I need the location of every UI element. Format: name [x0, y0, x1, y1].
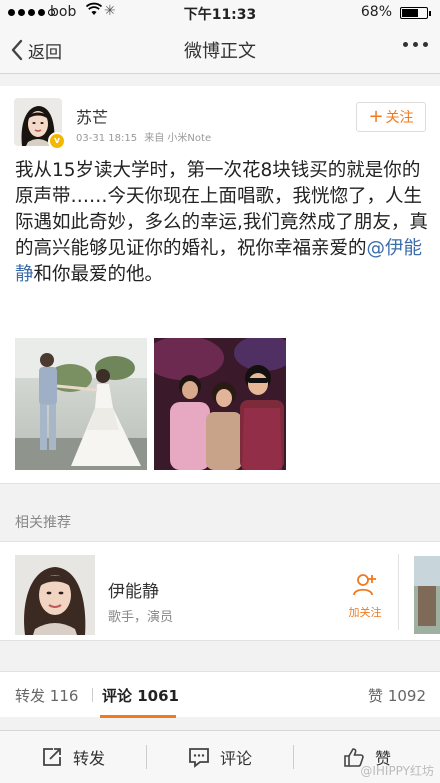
related-section-label: 相关推荐	[15, 515, 71, 531]
related-user-card[interactable]: 伊能静 歌手，演员 加关注	[0, 541, 440, 641]
like-count: 1092	[387, 687, 426, 705]
add-follow-label: 加关注	[348, 606, 382, 619]
watermark: @IHIPPY红坊	[360, 764, 434, 778]
navigation-bar: 返回 微博正文	[0, 26, 440, 74]
related-user-name[interactable]: 伊能静	[108, 577, 159, 602]
verified-badge-icon: v	[48, 132, 66, 150]
comment-button[interactable]: 评论	[147, 731, 293, 783]
stats-divider	[92, 688, 93, 702]
comment-button-label: 评论	[219, 749, 252, 768]
post-meta: 03-31 18:15 来自 小米Note	[76, 129, 215, 144]
wedding-photo[interactable]	[15, 338, 147, 470]
post-text: 我从15岁读大学时，第一次花8块钱买的就是你的原声带……今天你现在上面唱歌，我恍…	[15, 158, 430, 288]
repost-label: 转发	[15, 687, 46, 705]
next-related-card-peek[interactable]	[414, 556, 440, 634]
like-count-tab[interactable]: 赞 1092	[368, 685, 426, 706]
bottom-toolbar: 转发 评论 赞 @IHIPPY红坊	[0, 730, 440, 783]
post-body-tail: 和你最爱的他。	[33, 264, 164, 285]
author-name[interactable]: 苏芒	[76, 104, 108, 128]
follow-button[interactable]: + 关注	[356, 102, 426, 132]
repost-count-tab[interactable]: 转发 116	[15, 685, 78, 706]
comment-count-tab[interactable]: 评论 1061	[102, 685, 179, 706]
page-title: 微博正文	[184, 41, 256, 62]
add-user-icon	[353, 574, 376, 596]
related-user-description: 歌手，演员	[108, 610, 174, 625]
repost-button[interactable]: 转发	[0, 731, 146, 783]
card-divider	[398, 554, 399, 630]
battery-percent: 68%	[360, 4, 392, 20]
more-options-icon[interactable]	[403, 42, 428, 47]
battery-icon	[400, 7, 431, 19]
repost-icon	[43, 748, 61, 766]
repost-count: 116	[49, 687, 79, 705]
repost-button-label: 转发	[72, 749, 105, 768]
comment-count: 1061	[137, 687, 179, 705]
comment-icon	[189, 748, 209, 768]
engagement-stats: 转发 116 评论 1061 赞 1092	[0, 671, 440, 718]
related-user-avatar[interactable]	[15, 555, 95, 635]
add-follow-button[interactable]: 加关注	[340, 572, 390, 622]
post-date: 03-31 18:15	[76, 133, 138, 144]
status-bar: bob ✳ 下午11:33 68%	[0, 0, 440, 26]
active-tab-indicator	[100, 715, 176, 718]
like-label: 赞	[368, 687, 384, 705]
follow-label: 关注	[385, 110, 414, 126]
plus-icon: +	[368, 106, 384, 127]
weibo-post: v 苏芒 03-31 18:15 来自 小米Note + 关注 我从15岁读大学…	[0, 86, 440, 484]
comment-label: 评论	[102, 687, 133, 705]
author-avatar[interactable]: v	[14, 98, 66, 150]
party-photo[interactable]	[154, 338, 286, 470]
post-source: 来自 小米Note	[144, 133, 212, 144]
